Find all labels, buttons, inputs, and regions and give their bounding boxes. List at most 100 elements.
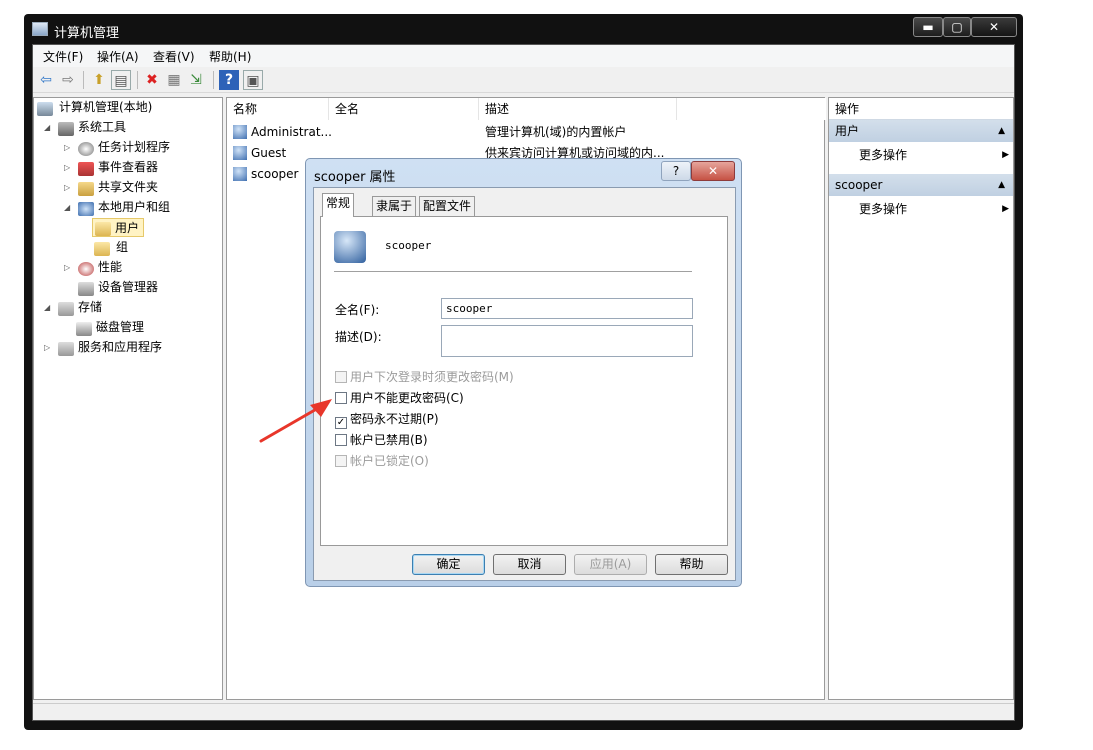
- user-icon: [233, 146, 247, 160]
- actions-section-users[interactable]: 用户 ▲: [829, 120, 1013, 142]
- tab-profile[interactable]: 配置文件: [419, 196, 476, 216]
- expand-arrow-icon[interactable]: ▷: [64, 178, 72, 197]
- back-icon[interactable]: ⇦: [36, 70, 56, 90]
- expand-arrow-icon[interactable]: ▷: [64, 138, 72, 157]
- forward-icon[interactable]: ⇨: [58, 70, 78, 90]
- checkbox-cannot-change-password[interactable]: 用户不能更改密码(C): [335, 390, 464, 406]
- tree-item-disk-management[interactable]: 磁盘管理: [76, 318, 144, 337]
- show-hide-tree-icon[interactable]: ▤: [111, 70, 131, 90]
- actions-pane: 操作 用户 ▲ 更多操作 ▶ scooper ▲ 更多操作 ▶: [828, 97, 1014, 700]
- disk-icon: [76, 322, 92, 336]
- tree-item-groups[interactable]: 组: [94, 238, 128, 257]
- description-label: 描述(D):: [335, 330, 382, 344]
- toolbar: ⇦ ⇨ ⬆ ▤ ✖ ▦ ⇲ ? ▣: [33, 67, 1014, 93]
- toolbar-separator: [213, 71, 214, 89]
- toolbar-separator: [83, 71, 84, 89]
- clock-icon: [78, 142, 94, 156]
- dialog-help-button[interactable]: ?: [661, 161, 691, 181]
- menu-bar: 文件(F) 操作(A) 查看(V) 帮助(H): [33, 45, 1014, 67]
- username-label: scooper: [385, 239, 432, 252]
- toolbar-separator: [137, 71, 138, 89]
- check-mark-icon: ✓: [336, 417, 346, 428]
- description-field[interactable]: [441, 325, 693, 357]
- collapse-up-icon[interactable]: ▲: [998, 120, 1005, 142]
- shared-folder-icon: [78, 182, 94, 196]
- expand-arrow-icon[interactable]: ▷: [64, 158, 72, 177]
- tree-item-local-users[interactable]: ◢ 本地用户和组: [64, 198, 170, 217]
- expand-arrow-icon[interactable]: ▷: [64, 258, 72, 277]
- tree-item-shared-folders[interactable]: ▷ 共享文件夹: [64, 178, 158, 197]
- checkbox-account-disabled[interactable]: 帐户已禁用(B): [335, 432, 428, 448]
- close-button[interactable]: ✕: [971, 17, 1017, 37]
- delete-icon[interactable]: ✖: [142, 70, 162, 90]
- column-header-fullname[interactable]: 全名: [329, 98, 479, 120]
- collapse-arrow-icon[interactable]: ◢: [44, 118, 52, 137]
- dialog-body: 常规 隶属于 配置文件 scooper 全名(F): scooper 描述(D)…: [313, 187, 736, 581]
- properties-icon[interactable]: ▦: [164, 70, 184, 90]
- general-panel: scooper 全名(F): scooper 描述(D): 用户下次登录时须更改…: [320, 216, 728, 546]
- maximize-button[interactable]: ▢: [943, 17, 971, 37]
- menu-file[interactable]: 文件(F): [43, 48, 83, 65]
- submenu-arrow-icon: ▶: [1002, 204, 1009, 214]
- window-title: 计算机管理: [54, 26, 120, 41]
- help-icon[interactable]: ?: [219, 70, 239, 90]
- tree-item-device-manager[interactable]: 设备管理器: [78, 278, 158, 297]
- properties-dialog: scooper 属性 ? ✕ 常规 隶属于 配置文件 scooper 全名(F)…: [305, 158, 742, 587]
- tree-item-event-viewer[interactable]: ▷ 事件查看器: [64, 158, 158, 177]
- column-header-name[interactable]: 名称: [227, 98, 329, 120]
- collapse-arrow-icon[interactable]: ◢: [64, 198, 72, 217]
- checkbox-account-locked[interactable]: 帐户已锁定(O): [335, 453, 429, 469]
- tree-item-system-tools[interactable]: ◢ 系统工具: [44, 118, 126, 137]
- cancel-button[interactable]: 取消: [493, 554, 566, 575]
- tree-item-storage[interactable]: ◢ 存储: [44, 298, 102, 317]
- console-tree: 计算机管理(本地) ◢ 系统工具 ▷ 任务计划程序 ▷ 事件查看器 ▷ 共享文件…: [33, 97, 223, 700]
- column-header-empty: [677, 98, 826, 120]
- minimize-button[interactable]: ▬: [913, 17, 943, 37]
- view-pane-icon[interactable]: ▣: [243, 70, 263, 90]
- expand-arrow-icon[interactable]: ▷: [44, 338, 52, 357]
- checkbox-password-never-expires[interactable]: ✓ 密码永不过期(P): [335, 411, 439, 429]
- more-actions-users[interactable]: 更多操作 ▶: [859, 144, 1009, 166]
- more-actions-scooper[interactable]: 更多操作 ▶: [859, 198, 1009, 220]
- tab-member-of[interactable]: 隶属于: [372, 196, 417, 216]
- checkbox-box[interactable]: [335, 455, 347, 467]
- folder-icon: [95, 222, 111, 236]
- actions-section-scooper[interactable]: scooper ▲: [829, 174, 1013, 196]
- user-icon: [233, 167, 247, 181]
- computer-icon: [37, 102, 53, 116]
- tree-item-task-scheduler[interactable]: ▷ 任务计划程序: [64, 138, 170, 157]
- tree-item-performance[interactable]: ▷ 性能: [64, 258, 122, 277]
- apply-button[interactable]: 应用(A): [574, 554, 647, 575]
- checkbox-box[interactable]: [335, 371, 347, 383]
- help-button[interactable]: 帮助: [655, 554, 728, 575]
- dialog-close-button[interactable]: ✕: [691, 161, 735, 181]
- title-bar[interactable]: 计算机管理 ▬ ▢ ✕: [24, 14, 1023, 44]
- storage-icon: [58, 302, 74, 316]
- menu-help[interactable]: 帮助(H): [209, 48, 251, 65]
- actions-header: 操作: [829, 98, 1013, 120]
- device-manager-icon: [78, 282, 94, 296]
- tree-item-root[interactable]: 计算机管理(本地): [37, 98, 152, 117]
- menu-action[interactable]: 操作(A): [97, 48, 139, 65]
- menu-view[interactable]: 查看(V): [153, 48, 195, 65]
- up-folder-icon[interactable]: ⬆: [89, 70, 109, 90]
- status-bar: [33, 703, 1014, 720]
- table-row[interactable]: Administrat... 管理计算机(域)的内置帐户: [233, 122, 813, 142]
- checkbox-must-change-password[interactable]: 用户下次登录时须更改密码(M): [335, 369, 514, 385]
- export-list-icon[interactable]: ⇲: [186, 70, 206, 90]
- tools-icon: [58, 122, 74, 136]
- tree-item-services[interactable]: ▷ 服务和应用程序: [44, 338, 162, 357]
- users-group-icon: [78, 202, 94, 216]
- event-log-icon: [78, 162, 94, 176]
- dialog-title: scooper 属性: [314, 170, 396, 185]
- annotation-arrow-icon: [259, 399, 332, 443]
- tab-general[interactable]: 常规: [322, 193, 355, 217]
- ok-button[interactable]: 确定: [412, 554, 485, 575]
- collapse-up-icon[interactable]: ▲: [998, 174, 1005, 196]
- collapse-arrow-icon[interactable]: ◢: [44, 298, 52, 317]
- column-header-description[interactable]: 描述: [479, 98, 677, 120]
- tree-item-users[interactable]: 用户: [92, 218, 145, 237]
- performance-icon: [78, 262, 94, 276]
- fullname-field[interactable]: scooper: [441, 298, 693, 319]
- computer-management-icon: [32, 22, 48, 36]
